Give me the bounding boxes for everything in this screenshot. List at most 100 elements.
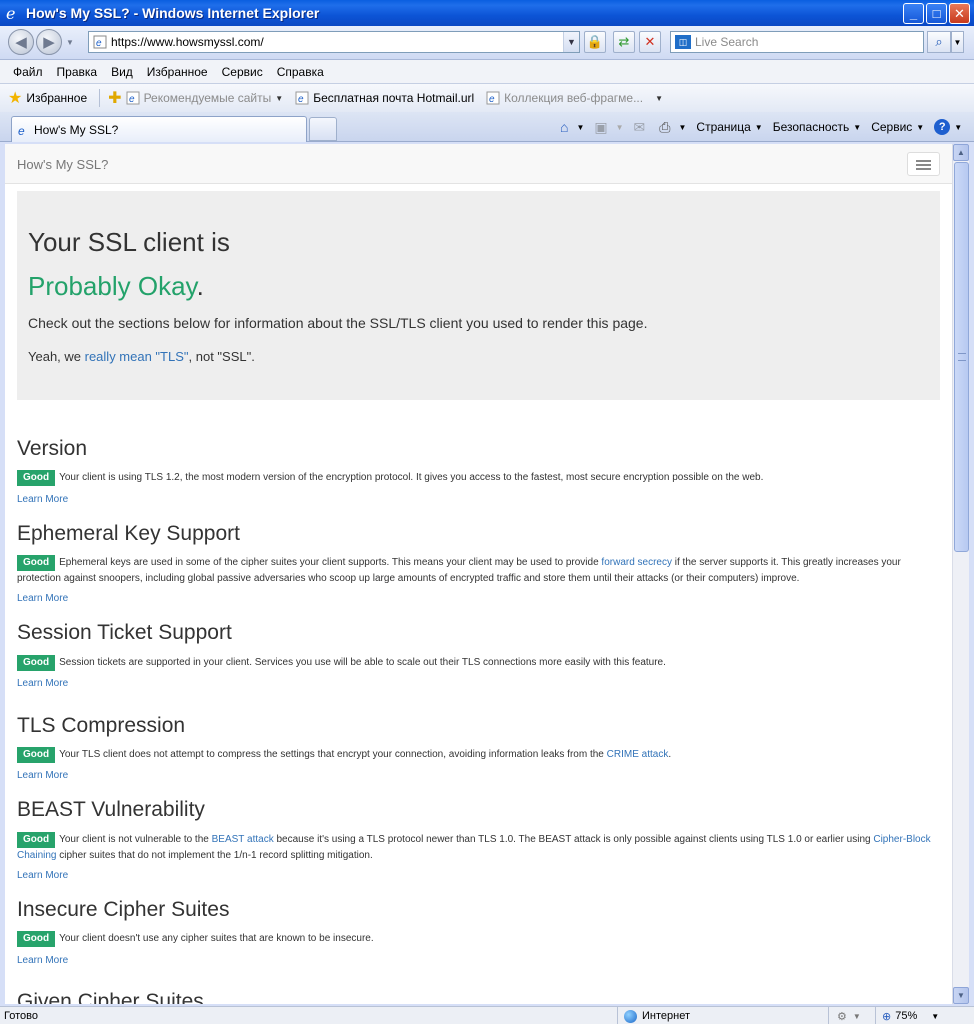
learn-more-link[interactable]: Learn More [17,770,68,781]
address-bar[interactable]: e https://www.howsmyssl.com/ ▼ [88,31,580,53]
status-badge: Good [17,747,56,763]
search-button[interactable]: ⌕ [927,31,951,53]
minimize-button[interactable]: _ [903,3,924,24]
svg-text:e: e [129,94,135,105]
menu-edit[interactable]: Правка [50,65,105,79]
ie-page-icon: e [295,91,309,105]
scroll-down-button[interactable]: ▼ [953,987,969,1004]
chevron-down-icon: ▼ [954,122,963,132]
tools-menu[interactable]: Сервис ▼ [871,120,924,134]
print-icon: ⎙ [659,118,671,135]
security-zone[interactable]: Интернет [617,1007,690,1024]
zoom-level: 75% [895,1010,918,1022]
learn-more-link[interactable]: Learn More [17,593,68,604]
search-box[interactable]: ◫ Live Search [670,31,924,53]
grip-icon [958,353,966,361]
help-menu[interactable]: ? ▼ [934,119,962,135]
section-title: Given Cipher Suites [17,990,204,1004]
svg-text:e: e [6,4,15,22]
learn-more-link[interactable]: Learn More [17,494,68,505]
back-button[interactable]: ◀ [8,29,34,55]
vertical-scrollbar[interactable]: ▲ ▼ [952,144,969,1004]
command-bar: ⌂ ▼ ▣ ▼ ✉ ⎙ ▼ Страница ▼ Безопасность ▼ Серви… [560,116,972,138]
section-description: Good Ephemeral keys are used in some of t… [17,555,942,586]
chevron-down-icon: ▼ [576,122,585,132]
stop-button[interactable]: ✕ [639,31,661,53]
feeds-button[interactable]: ▣ ▼ [594,119,623,136]
favorite-hotmail[interactable]: e Бесплатная почта Hotmail.url [295,91,474,105]
page-menu[interactable]: Страница ▼ [696,120,762,134]
add-favorite-icon[interactable]: ✚ [108,88,121,108]
scroll-thumb[interactable] [954,162,969,552]
search-placeholder: Live Search [695,35,759,49]
window-title: How's My SSL? - Windows Internet Explore… [26,5,320,21]
page-icon: e [93,35,107,49]
learn-more-link[interactable]: Learn More [17,955,68,966]
zoom-icon: ⊕ [882,1010,892,1023]
forward-secrecy-link[interactable]: forward secrecy [601,557,672,568]
site-brand[interactable]: How's My SSL? [17,157,108,172]
lock-icon: 🔒 [586,34,604,49]
tab-bar: e How's My SSL? ⌂ ▼ ▣ ▼ ✉ ⎙ ▼ Страница ▼ Без… [0,112,974,142]
search-options-dropdown[interactable]: ▼ [951,31,964,53]
refresh-button[interactable]: ⇄ [613,31,635,53]
scroll-up-button[interactable]: ▲ [953,144,969,161]
address-dropdown[interactable]: ▼ [563,32,579,52]
section-title: BEAST Vulnerability [17,798,205,821]
beast-attack-link[interactable]: BEAST attack [212,834,274,845]
security-menu[interactable]: Безопасность ▼ [773,120,861,134]
zone-label: Интернет [642,1010,690,1022]
section-text: Session tickets are supported in your cl… [59,657,666,668]
menu-view[interactable]: Вид [104,65,140,79]
home-icon: ⌂ [560,119,569,135]
ie-page-icon: e [18,124,25,137]
learn-more-link[interactable]: Learn More [17,678,68,689]
section-title: Session Ticket Support [17,621,232,644]
close-button[interactable]: ✕ [949,3,970,24]
tls-link[interactable]: really mean "TLS" [85,349,189,364]
favorites-button[interactable]: Избранное [26,91,87,105]
status-text: Готово [4,1010,38,1022]
favorites-bar: ★ Избранное ✚ e Рекомендуемые сайты ▼ e Б… [0,84,974,112]
help-icon: ? [934,119,951,135]
menu-favorites[interactable]: Избранное [140,65,215,79]
zoom-control[interactable]: ⊕ 75% ▼ [875,1007,939,1024]
tab-label: How's My SSL? [34,122,119,137]
forward-icon: ▶ [43,34,55,51]
rating-text: Probably Okay. [28,271,204,302]
menu-tools[interactable]: Сервис [215,65,270,79]
hamburger-icon [916,168,931,170]
chevron-down-icon: ▼ [678,122,687,132]
menu-file[interactable]: Файл [6,65,50,79]
protected-mode-indicator[interactable]: ⚙ ▼ [828,1007,874,1024]
svg-text:e: e [96,38,102,49]
print-button[interactable]: ⎙ ▼ [659,119,686,136]
chevron-down-icon: ▼ [655,93,663,103]
section-text: Ephemeral keys are used in some of the c… [59,557,602,568]
star-icon: ★ [8,90,23,107]
home-button[interactable]: ⌂ ▼ [560,119,584,135]
mail-button[interactable]: ✉ [634,119,650,136]
status-bar: Готово Интернет ⚙ ▼ ⊕ 75% ▼ [0,1006,974,1024]
chevron-down-icon: ▼ [754,122,763,132]
security-report-button[interactable]: 🔒 [584,31,606,53]
section-text: Your client is using TLS 1.2, the most m… [59,472,764,483]
feeds-icon: ▣ [594,118,608,135]
history-dropdown[interactable]: ▼ [66,38,74,47]
status-badge: Good [17,931,56,947]
section-title: Ephemeral Key Support [17,522,240,545]
mail-icon: ✉ [633,118,646,135]
forward-button[interactable]: ▶ [36,29,62,55]
nav-toggle-button[interactable] [907,152,940,176]
menu-bar: Файл Правка Вид Избранное Сервис Справка [0,60,974,84]
favorite-webslice-gallery[interactable]: e Коллекция веб-фрагме... ▼ [486,91,663,105]
menu-help[interactable]: Справка [270,65,331,79]
favorite-suggested-sites[interactable]: e Рекомендуемые сайты ▼ [126,91,283,105]
tab-howsmyssl[interactable]: e How's My SSL? [11,116,307,142]
address-toolbar: ◀ ▶ ▼ e https://www.howsmyssl.com/ ▼ 🔒 ⇄… [0,26,974,60]
learn-more-link[interactable]: Learn More [17,870,68,881]
crime-attack-link[interactable]: CRIME attack [607,749,669,760]
maximize-button[interactable]: □ [926,3,947,24]
new-tab-button[interactable] [309,117,337,141]
section-description: Good Your TLS client does not attempt to … [17,747,942,763]
